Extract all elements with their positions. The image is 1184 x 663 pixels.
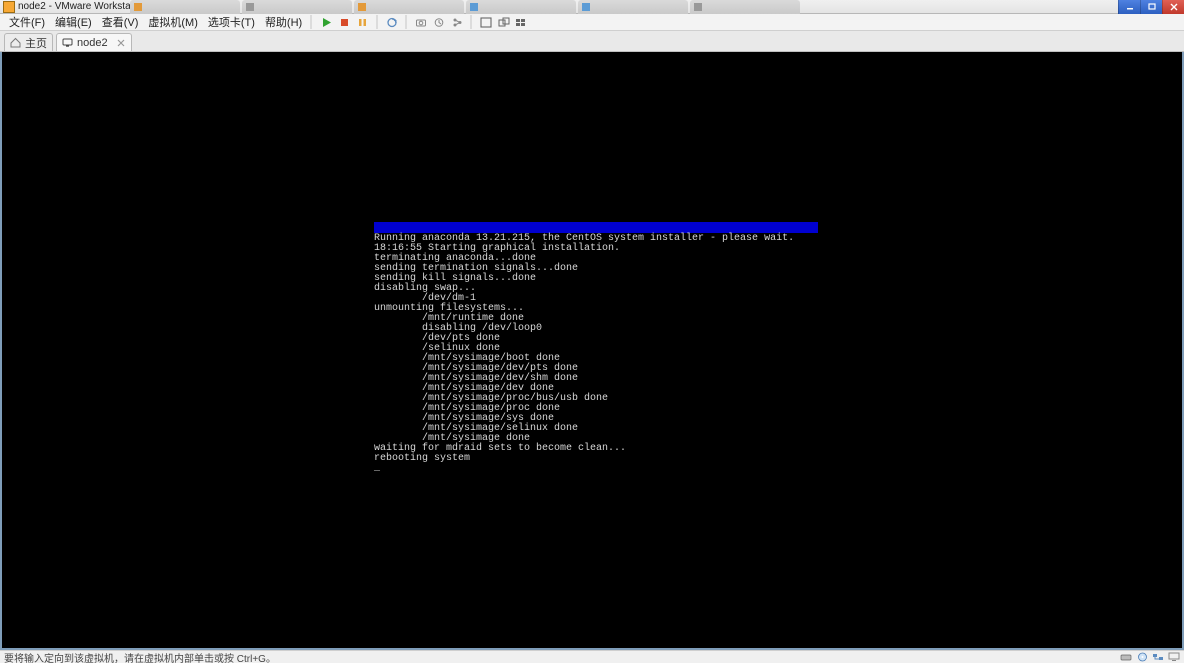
display-icon[interactable]: [1168, 652, 1180, 662]
snapshot-revert-button[interactable]: [431, 15, 446, 30]
statusbar-hint: 要将输入定向到该虚拟机，请在虚拟机内部单击或按 Ctrl+G。: [4, 650, 276, 663]
menu-edit[interactable]: 编辑(E): [50, 13, 97, 31]
window-maximize-button[interactable]: [1140, 0, 1162, 14]
bg-tab[interactable]: [578, 0, 688, 14]
document-tabstrip: 主页 node2: [0, 31, 1184, 52]
menu-file[interactable]: 文件(F): [4, 13, 50, 31]
suspend-button[interactable]: [355, 15, 370, 30]
statusbar: 要将输入定向到该虚拟机，请在虚拟机内部单击或按 Ctrl+G。: [0, 650, 1184, 663]
window-minimize-button[interactable]: [1118, 0, 1140, 14]
vmware-app-icon: [3, 1, 15, 13]
statusbar-device-icons: [1120, 652, 1180, 662]
snapshot-button[interactable]: [384, 15, 399, 30]
vm-icon: [62, 37, 73, 48]
bg-tab[interactable]: [242, 0, 352, 14]
window-controls: [1118, 0, 1184, 14]
tab-node2[interactable]: node2: [56, 33, 132, 51]
favicon-icon: [582, 3, 590, 11]
tab-home[interactable]: 主页: [4, 33, 53, 51]
vm-display-frame: Running anaconda 13.21.215, the CentOS s…: [0, 52, 1184, 650]
thumbnail-button[interactable]: [514, 15, 529, 30]
fullscreen-button[interactable]: [478, 15, 493, 30]
toolbar: [319, 15, 529, 30]
bg-tab[interactable]: [130, 0, 240, 14]
browser-background-tabs: [130, 0, 800, 14]
favicon-icon: [246, 3, 254, 11]
menu-vm[interactable]: 虚拟机(M): [143, 13, 203, 31]
unity-button[interactable]: [496, 15, 511, 30]
menubar: 文件(F) 编辑(E) 查看(V) 虚拟机(M) 选项卡(T) 帮助(H): [0, 14, 1184, 31]
network-icon[interactable]: [1152, 652, 1164, 662]
bg-tab[interactable]: [354, 0, 464, 14]
window-title: node2 - VMware Workstation: [18, 1, 147, 12]
menu-help[interactable]: 帮助(H): [260, 13, 307, 31]
hdd-icon[interactable]: [1120, 652, 1132, 662]
power-on-button[interactable]: [319, 15, 334, 30]
console-output: Running anaconda 13.21.215, the CentOS s…: [374, 222, 818, 474]
window-titlebar: node2 - VMware Workstation: [0, 0, 1184, 14]
tab-node2-label: node2: [77, 37, 108, 49]
console-text: Running anaconda 13.21.215, the CentOS s…: [374, 234, 818, 474]
separator: [470, 15, 472, 29]
menu-tabs[interactable]: 选项卡(T): [203, 13, 260, 31]
separator: [405, 15, 407, 29]
separator: [310, 15, 312, 29]
favicon-icon: [470, 3, 478, 11]
window-close-button[interactable]: [1162, 0, 1184, 14]
cd-icon[interactable]: [1136, 652, 1148, 662]
vm-console[interactable]: Running anaconda 13.21.215, the CentOS s…: [2, 52, 1182, 648]
bg-tab[interactable]: [690, 0, 800, 14]
snapshot-manager-button[interactable]: [449, 15, 464, 30]
bg-tab[interactable]: [466, 0, 576, 14]
power-off-button[interactable]: [337, 15, 352, 30]
favicon-icon: [134, 3, 142, 11]
snapshot-take-button[interactable]: [413, 15, 428, 30]
tab-close-button[interactable]: [116, 38, 126, 48]
favicon-icon: [694, 3, 702, 11]
tab-home-label: 主页: [25, 35, 47, 51]
favicon-icon: [358, 3, 366, 11]
separator: [376, 15, 378, 29]
menu-view[interactable]: 查看(V): [97, 13, 144, 31]
progress-bar: [374, 222, 818, 233]
home-icon: [10, 37, 21, 48]
